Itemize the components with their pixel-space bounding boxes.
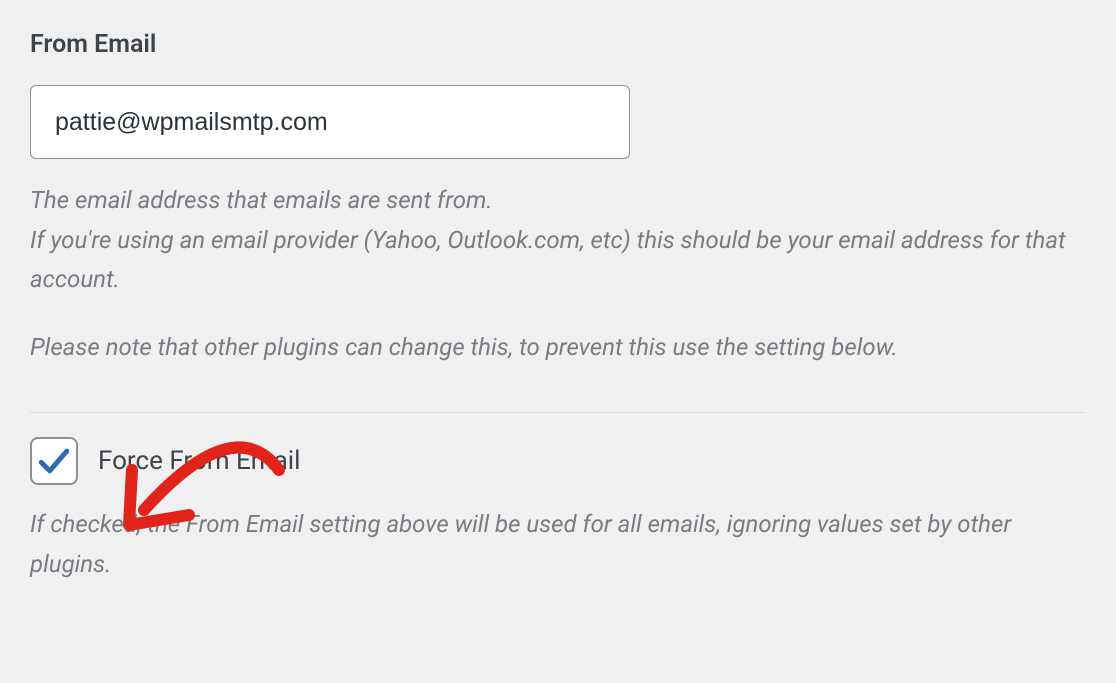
help-text-line: If you're using an email provider (Yahoo… — [30, 221, 1086, 300]
force-from-email-label[interactable]: Force From Email — [98, 446, 300, 476]
help-text-line: The email address that emails are sent f… — [30, 181, 1086, 221]
check-icon — [37, 444, 71, 478]
from-email-label: From Email — [30, 30, 1086, 59]
help-text-line: Please note that other plugins can chang… — [30, 328, 1086, 368]
section-divider — [30, 412, 1086, 413]
from-email-help: The email address that emails are sent f… — [30, 181, 1086, 367]
from-email-input[interactable] — [30, 85, 630, 159]
from-email-section: From Email The email address that emails… — [30, 30, 1086, 585]
force-from-email-checkbox[interactable] — [30, 437, 78, 485]
force-from-email-help: If checked, the From Email setting above… — [30, 505, 1086, 584]
force-from-email-row: Force From Email — [30, 437, 1086, 485]
